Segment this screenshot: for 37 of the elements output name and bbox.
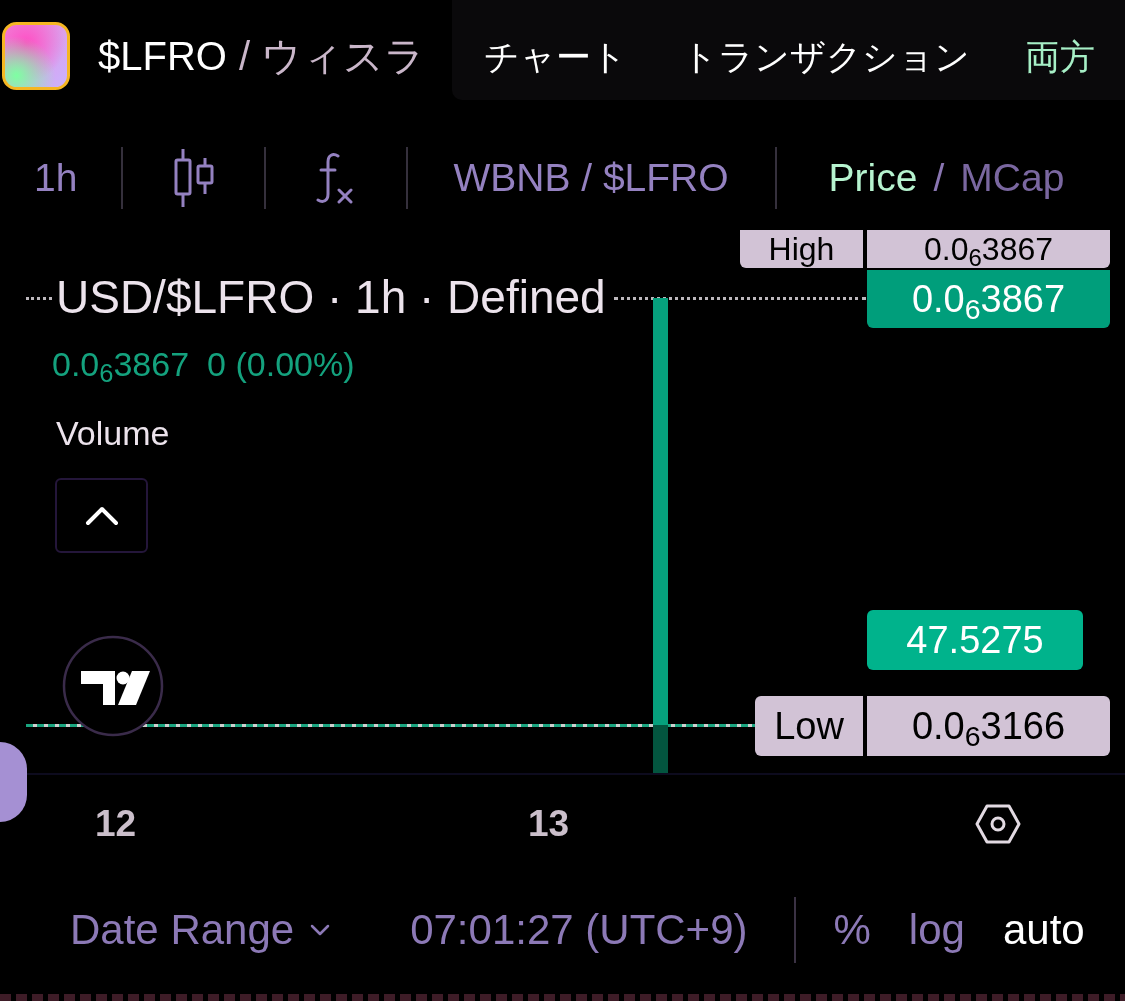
volume-bar (653, 725, 668, 773)
volume-legend-label: Volume (56, 413, 170, 454)
high-label: High (740, 230, 863, 268)
low-price-tag: 0.0$_{6}$3166 (867, 696, 1110, 756)
function-icon[interactable] (314, 152, 355, 204)
time-axis-label: 13 (528, 803, 570, 845)
collapse-legend-button[interactable] (55, 478, 148, 553)
settings-icon[interactable] (975, 804, 1021, 844)
view-tab[interactable]: 両方 (1025, 35, 1095, 79)
tradingview-logo-icon[interactable] (62, 635, 164, 737)
candlestick-icon[interactable] (172, 148, 217, 208)
scale-option[interactable]: auto (1002, 905, 1085, 955)
token-logo-icon (2, 22, 70, 90)
mode-separator: / (933, 155, 945, 201)
scale-option[interactable]: % (833, 905, 871, 955)
volume-tag: 47.5275 (867, 610, 1083, 670)
high-price-tag: 0.0$_{6}$3867 (867, 230, 1110, 268)
chevron-up-icon (84, 505, 119, 526)
low-label: Low (755, 696, 863, 756)
last-price-tag: 0.0$_{6}$3867 (867, 270, 1110, 328)
chart-legend-title: USD/$LFRO · 1h · Defined (56, 270, 606, 324)
date-range-dropdown[interactable]: Date Range (70, 905, 331, 955)
mcap-mode-option[interactable]: MCap (960, 154, 1065, 202)
chevron-down-icon (310, 924, 331, 936)
price-mode-option[interactable]: Price (828, 154, 918, 202)
time-axis-label: 12 (95, 803, 137, 845)
time-zone-clock: 07:01:27 (UTC+9) (410, 905, 748, 955)
scale-option[interactable]: log (908, 905, 965, 955)
last-price-line (26, 297, 52, 300)
view-tab[interactable]: トランザクション (682, 35, 970, 79)
legend-price: 0.0$_{6}$3867 (52, 344, 190, 385)
scroll-handle[interactable] (0, 742, 27, 822)
token-title: $LFRO / ウィスラ (98, 33, 426, 80)
interval-button[interactable]: 1h (34, 154, 78, 202)
view-tab[interactable]: チャート (484, 35, 627, 79)
pair-button[interactable]: WBNB / $LFRO (453, 154, 729, 202)
legend-change: 0 (0.00%) (207, 344, 355, 385)
